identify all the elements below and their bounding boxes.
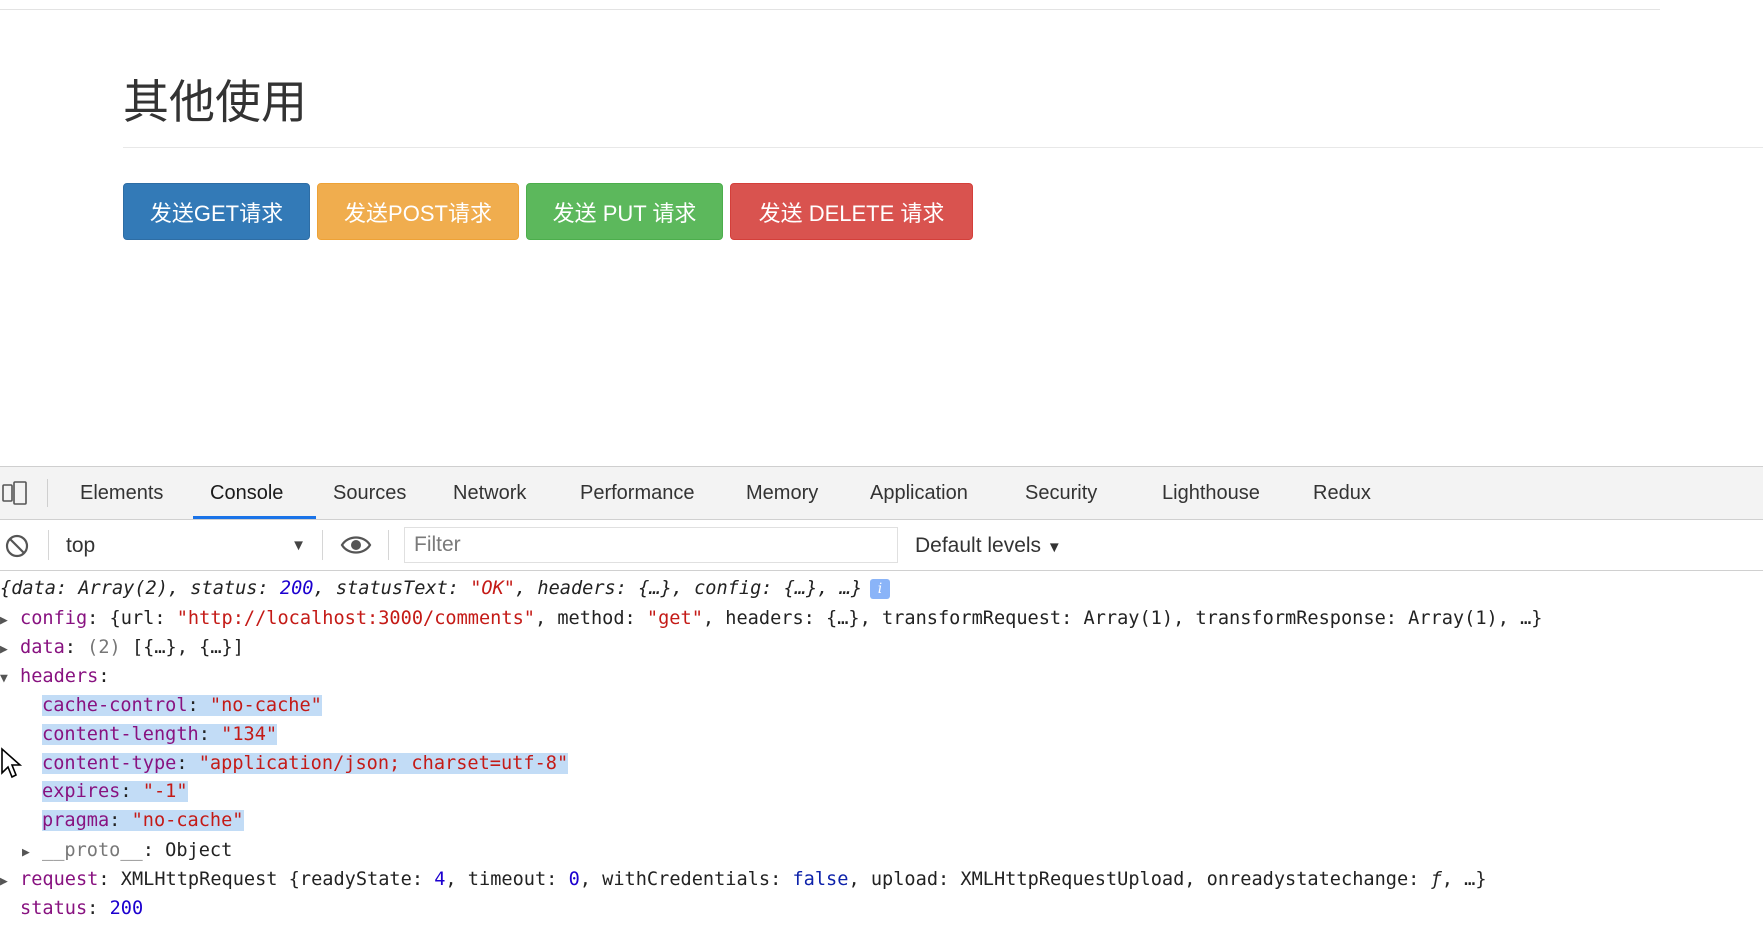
console-config-line[interactable]: ▶ config: {url: "http://localhost:3000/co… bbox=[0, 606, 1543, 632]
tab-performance[interactable]: Performance bbox=[580, 467, 695, 519]
eye-icon[interactable] bbox=[340, 533, 372, 557]
context-value: top bbox=[66, 534, 96, 557]
header-entry[interactable]: content-type: "application/json; charset… bbox=[42, 751, 569, 777]
tab-separator bbox=[47, 479, 48, 507]
devtools-tabbar: Elements Console Sources Network Perform… bbox=[0, 467, 1763, 520]
console-data-line[interactable]: ▶ data: (2) [{…}, {…}] bbox=[0, 635, 244, 661]
tab-sources[interactable]: Sources bbox=[333, 467, 406, 519]
toolbar-separator bbox=[388, 530, 389, 560]
tab-application[interactable]: Application bbox=[870, 467, 968, 519]
collapse-triangle-icon[interactable]: ▼ bbox=[0, 666, 20, 692]
console-output: {data: Array(2), status: 200, statusText… bbox=[0, 571, 1763, 930]
log-levels-dropdown[interactable]: Default levels ▼ bbox=[915, 531, 1062, 563]
proto-line[interactable]: ▶ __proto__: Object bbox=[22, 838, 232, 864]
page-title: 其他使用 bbox=[123, 75, 307, 129]
tab-security[interactable]: Security bbox=[1025, 467, 1097, 519]
toolbar-separator bbox=[48, 530, 49, 560]
console-summary-line[interactable]: {data: Array(2), status: 200, statusText… bbox=[0, 576, 891, 602]
send-post-button[interactable]: 发送POST请求 bbox=[317, 183, 519, 240]
device-toolbar-icon[interactable] bbox=[2, 480, 28, 506]
tab-lighthouse[interactable]: Lighthouse bbox=[1162, 467, 1260, 519]
context-selector[interactable]: top ▼ bbox=[66, 531, 306, 561]
header-entry[interactable]: cache-control: "no-cache" bbox=[42, 693, 322, 719]
tab-redux[interactable]: Redux bbox=[1313, 467, 1371, 519]
mouse-cursor-icon bbox=[1, 747, 23, 779]
send-delete-button[interactable]: 发送 DELETE 请求 bbox=[730, 183, 973, 240]
tab-console[interactable]: Console bbox=[210, 467, 283, 519]
console-status-line[interactable]: status: 200 bbox=[20, 896, 143, 922]
send-put-button[interactable]: 发送 PUT 请求 bbox=[526, 183, 723, 240]
title-divider bbox=[123, 147, 1763, 148]
active-tab-indicator bbox=[193, 516, 316, 519]
log-levels-label: Default levels bbox=[915, 534, 1042, 557]
tab-elements[interactable]: Elements bbox=[80, 467, 163, 519]
header-entry[interactable]: pragma: "no-cache" bbox=[42, 808, 244, 834]
dropdown-arrow-icon: ▼ bbox=[291, 537, 306, 554]
console-toolbar: top ▼ Default levels ▼ bbox=[0, 520, 1763, 571]
header-entry[interactable]: content-length: "134" bbox=[42, 722, 278, 748]
dropdown-arrow-icon: ▼ bbox=[1046, 539, 1062, 556]
expand-triangle-icon[interactable]: ▶ bbox=[22, 840, 42, 866]
devtools-panel: Elements Console Sources Network Perform… bbox=[0, 466, 1763, 930]
tab-network[interactable]: Network bbox=[453, 467, 526, 519]
toolbar-separator bbox=[322, 530, 323, 560]
top-divider bbox=[0, 0, 1660, 10]
header-entry[interactable]: expires: "-1" bbox=[42, 779, 188, 805]
expand-triangle-icon[interactable]: ▶ bbox=[0, 869, 20, 895]
expand-triangle-icon[interactable]: ▶ bbox=[0, 608, 20, 634]
console-headers-line[interactable]: ▼ headers: bbox=[0, 664, 110, 690]
info-icon[interactable]: i bbox=[870, 578, 891, 599]
console-request-line[interactable]: ▶ request: XMLHttpRequest {readyState: 4,… bbox=[0, 867, 1487, 893]
clear-console-icon[interactable] bbox=[4, 533, 30, 559]
request-button-row: 发送GET请求 发送POST请求 发送 PUT 请求 发送 DELETE 请求 bbox=[123, 183, 973, 240]
filter-input[interactable] bbox=[404, 527, 898, 563]
send-get-button[interactable]: 发送GET请求 bbox=[123, 183, 310, 240]
tab-memory[interactable]: Memory bbox=[746, 467, 818, 519]
expand-triangle-icon[interactable]: ▶ bbox=[0, 637, 20, 663]
